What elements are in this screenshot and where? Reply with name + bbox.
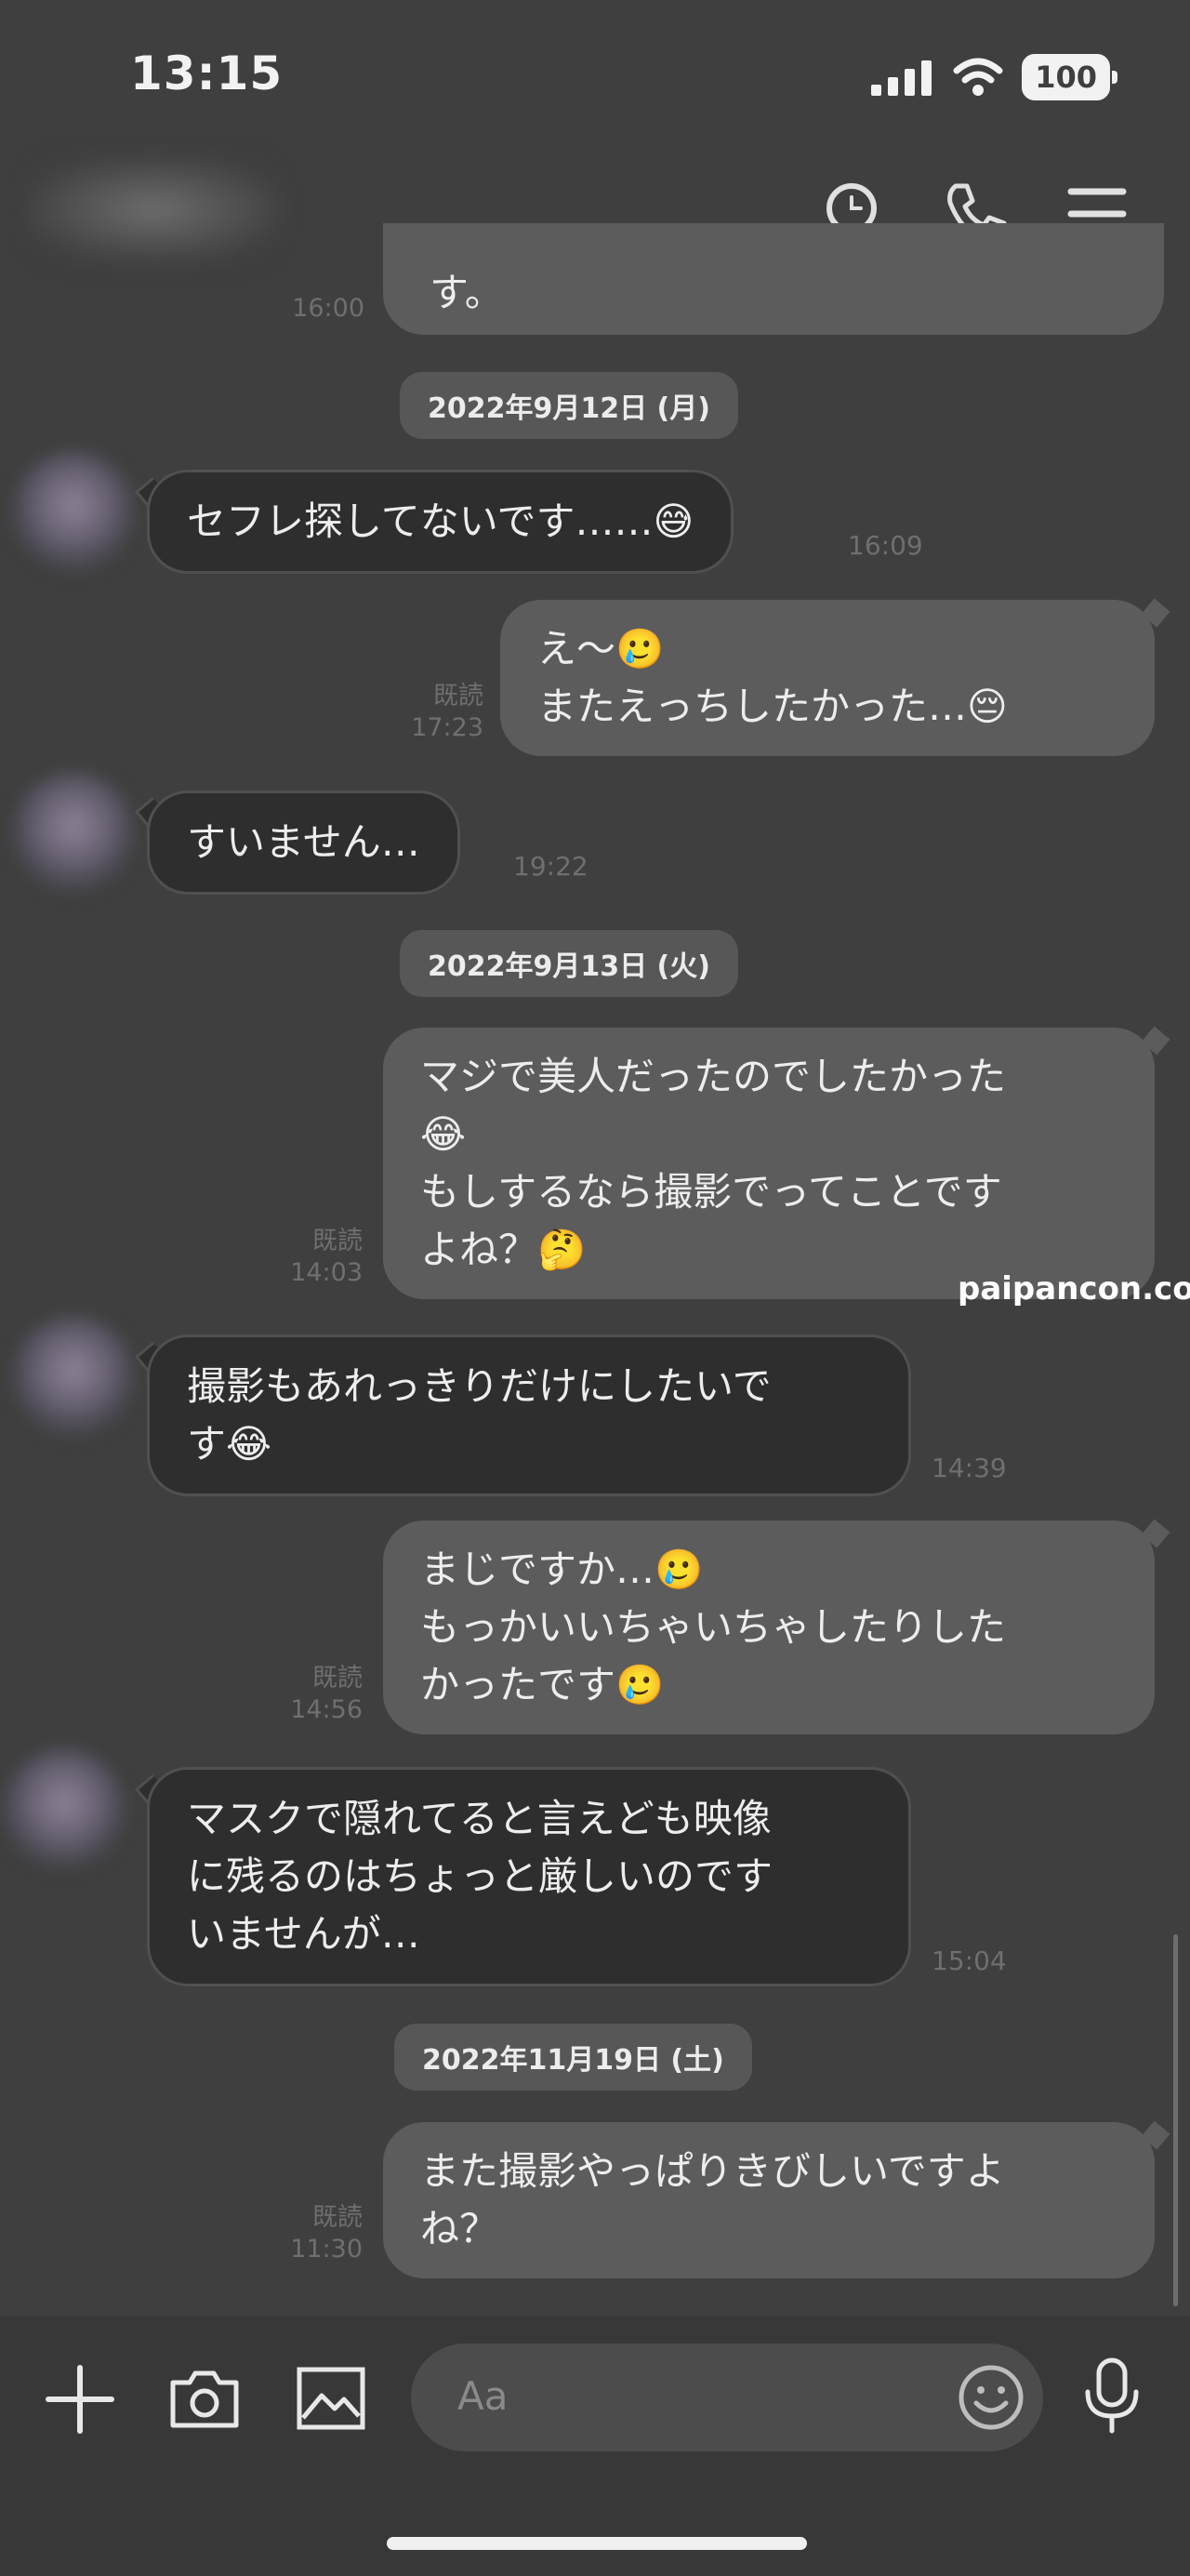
message-time: 16:00 bbox=[292, 294, 364, 323]
message-bubble-out[interactable]: まじですか…🥲 もっかいいちゃいちゃしたりした かったです🥲 bbox=[383, 1520, 1155, 1734]
message-time: 19:22 bbox=[513, 851, 588, 882]
watermark: paipancon.com bbox=[958, 1270, 1190, 1308]
camera-icon[interactable] bbox=[167, 2360, 242, 2435]
message-input-placeholder: Aa bbox=[457, 2373, 509, 2419]
message-bubble-in[interactable]: マスクで隠れてると言えども映像 に残るのはちょっと厳しいのです いませんが… bbox=[147, 1767, 911, 1986]
date-separator: 2022年9月13日 (火) bbox=[400, 930, 738, 997]
message-meta: 既読 17:23 bbox=[390, 681, 483, 744]
message-meta: 既読 11:30 bbox=[270, 2202, 363, 2265]
message-meta: 既読 14:03 bbox=[270, 1226, 363, 1289]
date-separator: 2022年11月19日 (土) bbox=[394, 2024, 752, 2091]
home-indicator[interactable] bbox=[387, 2537, 807, 2550]
mic-icon[interactable] bbox=[1075, 2355, 1149, 2438]
avatar[interactable] bbox=[13, 1316, 134, 1437]
chat-contact-name-blurred[interactable] bbox=[28, 158, 279, 260]
avatar[interactable] bbox=[13, 772, 134, 893]
message-text: す。 bbox=[430, 270, 504, 315]
message-bubble-in[interactable]: セフレ探してないです……😅 bbox=[147, 470, 734, 574]
scrollbar[interactable] bbox=[1173, 1934, 1178, 2306]
message-bubble-out[interactable]: す。 bbox=[383, 223, 1164, 335]
message-meta: 既読 14:56 bbox=[270, 1663, 363, 1726]
status-icons: 100 bbox=[871, 54, 1117, 100]
emoji-icon[interactable] bbox=[954, 2360, 1028, 2435]
signal-icon bbox=[871, 60, 932, 96]
avatar[interactable] bbox=[13, 451, 134, 572]
read-receipt: 既読 bbox=[312, 2203, 363, 2232]
message-time: 15:04 bbox=[932, 1945, 1007, 1976]
image-icon[interactable] bbox=[294, 2360, 368, 2435]
avatar[interactable] bbox=[4, 1748, 125, 1869]
message-time: 11:30 bbox=[290, 2235, 363, 2264]
message-bubble-out[interactable]: マジで美人だったのでしたかった 😂 もしするなら撮影でってことです よね？🤔 bbox=[383, 1028, 1155, 1299]
wifi-icon bbox=[953, 58, 1003, 96]
message-time: 14:03 bbox=[290, 1258, 363, 1287]
date-separator: 2022年9月12日 (月) bbox=[400, 372, 738, 439]
read-receipt: 既読 bbox=[433, 682, 483, 710]
message-bubble-in[interactable]: すいません… bbox=[147, 790, 460, 895]
message-bubble-in[interactable]: 撮影もあれっきりだけにしたいで す😂 bbox=[147, 1334, 911, 1496]
message-bubble-out[interactable]: え〜🥲 またえっちしたかった…😔 bbox=[500, 600, 1155, 756]
battery-indicator: 100 bbox=[1022, 54, 1117, 100]
status-time: 13:15 bbox=[130, 46, 284, 100]
message-time: 16:09 bbox=[848, 530, 923, 561]
plus-icon[interactable] bbox=[43, 2362, 117, 2437]
message-time: 17:23 bbox=[411, 713, 483, 742]
read-receipt: 既読 bbox=[312, 1664, 363, 1693]
message-time: 14:56 bbox=[290, 1695, 363, 1724]
read-receipt: 既読 bbox=[312, 1227, 363, 1255]
message-bubble-out[interactable]: また撮影やっぱりきびしいですよ ね？ bbox=[383, 2122, 1155, 2278]
message-time: 14:39 bbox=[932, 1453, 1007, 1483]
